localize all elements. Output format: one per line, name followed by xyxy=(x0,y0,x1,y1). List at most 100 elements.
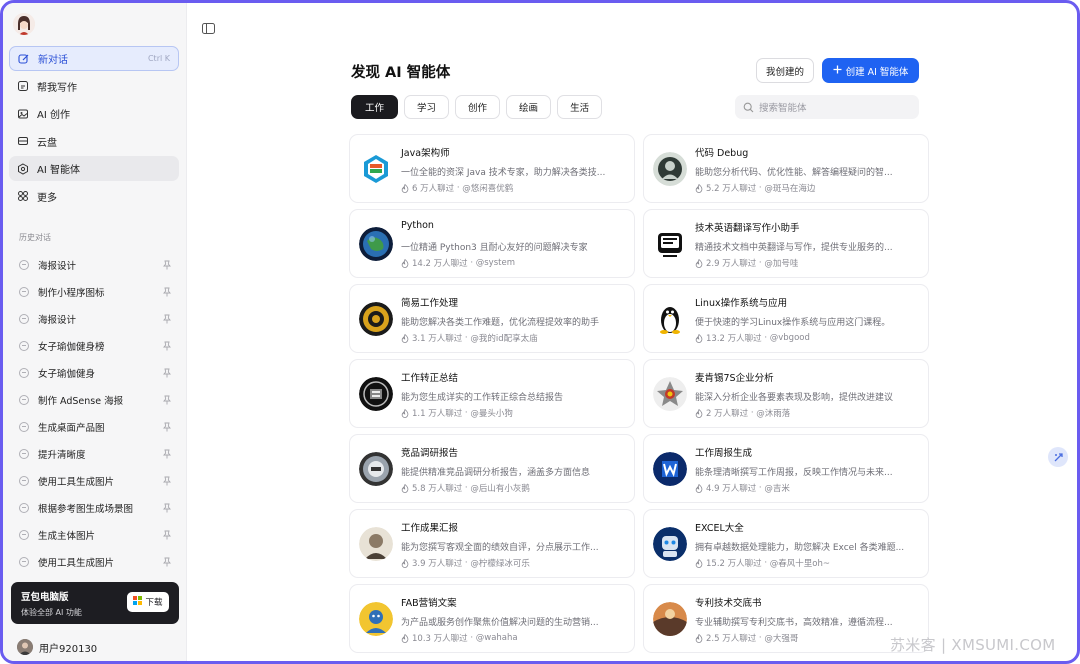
agent-card[interactable]: 竞品调研报告 能提供精准竞品调研分析报告，涵盖多方面信息 5.8 万人聊过 · … xyxy=(349,434,635,503)
agent-author: @vbgood xyxy=(769,333,810,343)
code-debug-logo-icon xyxy=(653,152,687,186)
history-item[interactable]: 使用工具生成图片 xyxy=(13,467,178,494)
agent-author: @后山有小灰鹅 xyxy=(470,484,530,494)
history-title: 历史对话 xyxy=(19,233,51,242)
chat-bubble-icon xyxy=(19,475,29,486)
agent-name: 工作转正总结 xyxy=(401,373,459,384)
floating-assist-button[interactable] xyxy=(1048,447,1068,467)
agent-meta: 5.8 万人聊过 · @后山有小灰鹅 xyxy=(401,482,530,494)
pin-icon[interactable] xyxy=(162,530,172,540)
compose-icon xyxy=(18,53,30,65)
tab-drawing[interactable]: 绘画 xyxy=(506,95,552,119)
pin-icon[interactable] xyxy=(162,287,172,297)
pin-icon[interactable] xyxy=(162,557,172,567)
agent-users: 2 万人聊过 xyxy=(706,409,749,419)
new-chat-button[interactable]: 新对话 Ctrl K xyxy=(9,46,179,71)
summary-logo-icon xyxy=(359,377,393,411)
agent-users: 15.2 万人聊过 xyxy=(706,559,762,569)
pin-icon[interactable] xyxy=(162,395,172,405)
tab-create[interactable]: 创作 xyxy=(455,95,501,119)
fire-icon xyxy=(401,183,409,193)
agent-card[interactable]: 代码 Debug 能助您分析代码、优化性能、解答编程疑问的智... 5.2 万人… xyxy=(643,134,929,203)
app-avatar-icon[interactable] xyxy=(13,13,35,35)
windows-icon xyxy=(133,596,143,608)
history-item[interactable]: 生成桌面产品图 xyxy=(13,413,178,440)
agent-meta: 5.2 万人聊过 · @斑马在海边 xyxy=(695,182,815,194)
agent-card[interactable]: Java架构师 一位全能的资深 Java 技术专家，助力解决各类技... 6 万… xyxy=(349,134,635,203)
agent-meta: 15.2 万人聊过 · @春风十里oh~ xyxy=(695,557,830,569)
agent-name: 工作周报生成 xyxy=(695,448,753,459)
patent-logo-icon xyxy=(653,602,687,636)
search-input[interactable]: 搜索智能体 xyxy=(735,95,919,119)
chat-bubble-icon xyxy=(19,340,29,351)
agent-author: @我的id配享太庙 xyxy=(470,334,538,344)
agent-card[interactable]: 技术英语翻译写作小助手 精通技术文档中英翻译与写作，提供专业服务的... 2.9… xyxy=(643,209,929,278)
agent-desc: 能为您撰写客观全面的绩效自评，分点展示工作... xyxy=(401,543,599,553)
python-logo-icon xyxy=(359,227,393,261)
agent-meta: 3.1 万人聊过 · @我的id配享太庙 xyxy=(401,332,538,344)
fire-icon xyxy=(401,408,409,418)
sidebar-item-label: 云盘 xyxy=(37,137,57,149)
avatar xyxy=(17,639,33,655)
agent-meta: 10.3 万人聊过 · @wahaha xyxy=(401,632,518,644)
pin-icon[interactable] xyxy=(162,503,172,513)
agent-users: 4.9 万人聊过 xyxy=(706,484,757,494)
sidebar-item-ai-agent[interactable]: AI 智能体 xyxy=(9,156,179,182)
agent-card[interactable]: EXCEL大全 拥有卓越数据处理能力，助您解决 Excel 各类难题... 15… xyxy=(643,509,929,578)
agent-name: EXCEL大全 xyxy=(695,523,744,534)
agent-users: 2.5 万人聊过 xyxy=(706,634,757,644)
history-item[interactable]: 使用工具生成图片 xyxy=(13,548,178,575)
pin-icon[interactable] xyxy=(162,260,172,270)
user-profile[interactable]: 用户920130 xyxy=(17,639,97,655)
agent-card[interactable]: 麦肯锡7S企业分析 能深入分析企业各要素表现及影响，提供改进建议 2 万人聊过 … xyxy=(643,359,929,428)
pin-icon[interactable] xyxy=(162,422,172,432)
pin-icon[interactable] xyxy=(162,449,172,459)
agent-card[interactable]: Python 一位精通 Python3 且耐心友好的问题解决专家 14.2 万人… xyxy=(349,209,635,278)
sidebar-item-more[interactable]: 更多 xyxy=(9,184,179,209)
history-item[interactable]: 女子瑜伽健身 xyxy=(13,359,178,386)
pin-icon[interactable] xyxy=(162,476,172,486)
history-item[interactable]: 生成主体图片 xyxy=(13,521,178,548)
agent-card[interactable]: 专利技术交底书 专业辅助撰写专利交底书，高效精准，遵循流程... 2.5 万人聊… xyxy=(643,584,929,653)
new-chat-label: 新对话 xyxy=(38,55,68,66)
my-agents-button[interactable]: 我创建的 xyxy=(756,58,814,83)
chat-bubble-icon xyxy=(19,259,29,270)
fire-icon xyxy=(401,483,409,493)
fire-icon xyxy=(695,408,703,418)
agent-meta: 14.2 万人聊过 · @system xyxy=(401,257,515,269)
agent-card[interactable]: 工作转正总结 能为您生成详实的工作转正综合总结报告 1.1 万人聊过 · @曼头… xyxy=(349,359,635,428)
tab-work[interactable]: 工作 xyxy=(351,95,399,119)
agent-card[interactable]: 工作成果汇报 能为您撰写客观全面的绩效自评，分点展示工作... 3.9 万人聊过… xyxy=(349,509,635,578)
history-item[interactable]: 海报设计 xyxy=(13,305,178,332)
history-item[interactable]: 根据参考图生成场景图 xyxy=(13,494,178,521)
sidebar-toggle-icon[interactable] xyxy=(202,19,215,34)
pin-icon[interactable] xyxy=(162,314,172,324)
download-button[interactable]: 下载 xyxy=(127,592,169,612)
tab-life[interactable]: 生活 xyxy=(557,95,603,119)
tab-study[interactable]: 学习 xyxy=(404,95,450,119)
history-item[interactable]: 制作小程序图标 xyxy=(13,278,178,305)
agent-card[interactable]: FAB营销文案 为产品或服务创作聚焦价值解决问题的生动营销... 10.3 万人… xyxy=(349,584,635,653)
pin-icon[interactable] xyxy=(162,341,172,351)
sidebar-item-cloud[interactable]: 云盘 xyxy=(9,129,179,154)
category-tabs: 工作 学习 创作 绘画 生活 xyxy=(351,95,603,119)
agent-card[interactable]: 简易工作处理 能助您解决各类工作难题，优化流程提效率的助手 3.1 万人聊过 ·… xyxy=(349,284,635,353)
chat-bubble-icon xyxy=(19,367,29,378)
pin-icon[interactable] xyxy=(162,368,172,378)
agent-card[interactable]: 工作周报生成 能条理清晰撰写工作周报，反映工作情况与未来... 4.9 万人聊过… xyxy=(643,434,929,503)
history-item[interactable]: 提升清晰度 xyxy=(13,440,178,467)
agent-author: @曼头小狗 xyxy=(470,409,513,419)
agent-users: 2.9 万人聊过 xyxy=(706,259,757,269)
agent-card[interactable]: Linux操作系统与应用 便于快速的学习Linux操作系统与应用这门课程。 13… xyxy=(643,284,929,353)
agent-users: 3.9 万人聊过 xyxy=(412,559,463,569)
history-item[interactable]: 制作 AdSense 海报 xyxy=(13,386,178,413)
achievement-report-logo-icon xyxy=(359,527,393,561)
history-item[interactable]: 海报设计 xyxy=(13,251,178,278)
agent-author: @沐雨落 xyxy=(756,409,791,419)
create-agent-button[interactable]: 创建 AI 智能体 xyxy=(822,58,919,83)
agent-name: 麦肯锡7S企业分析 xyxy=(695,373,774,384)
sidebar-item-writing[interactable]: 帮我写作 xyxy=(9,74,179,99)
sidebar-item-ai-create[interactable]: AI 创作 xyxy=(9,101,179,126)
agent-author: @春风十里oh~ xyxy=(769,559,830,569)
history-item[interactable]: 女子瑜伽健身榜 xyxy=(13,332,178,359)
